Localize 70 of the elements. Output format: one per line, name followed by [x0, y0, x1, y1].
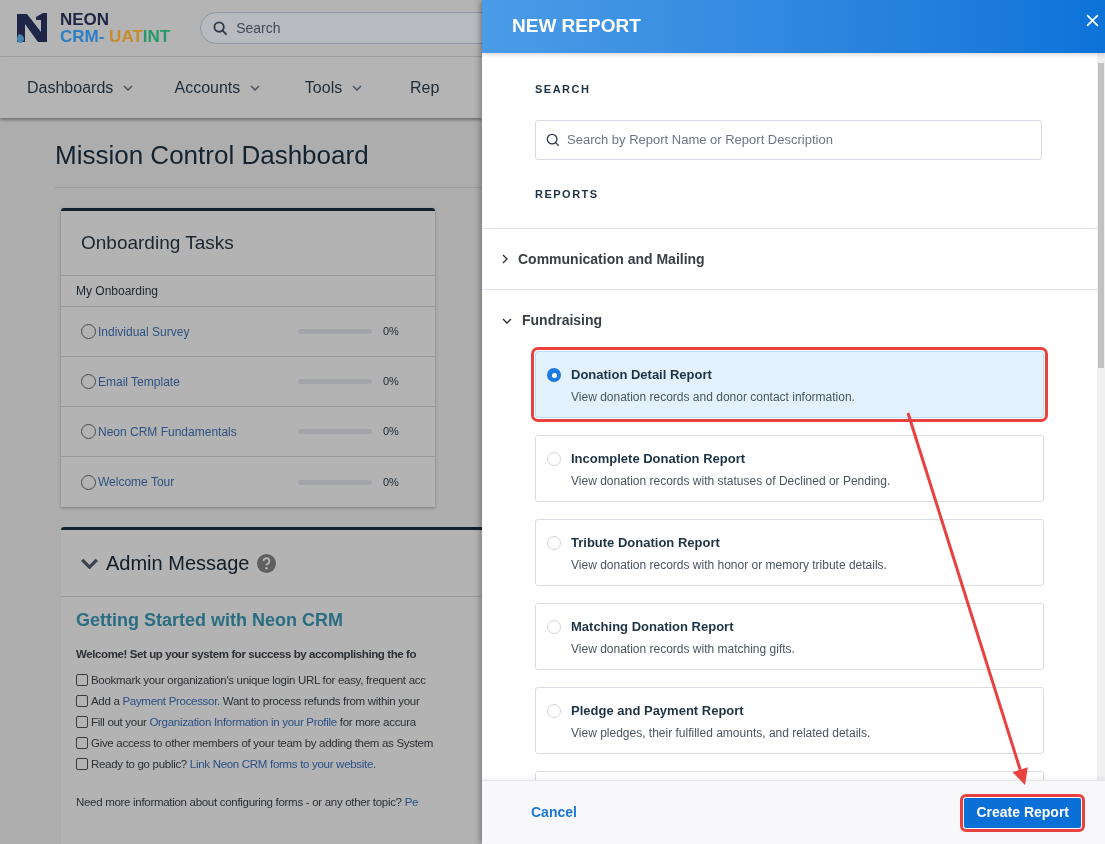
- task-link[interactable]: Individual Survey: [98, 322, 298, 341]
- radio-button[interactable]: [547, 452, 561, 466]
- brand-subtitle: CRM- UATINT: [60, 28, 171, 45]
- search-field[interactable]: Search: [200, 12, 482, 44]
- radio-button[interactable]: [547, 536, 561, 550]
- report-description: View donation records and donor contact information.: [571, 388, 855, 406]
- report-option[interactable]: Pledge and Payment Report View pledges, their fulfilled amounts, and related details.: [535, 687, 1044, 754]
- card-title: Onboarding Tasks: [61, 211, 435, 276]
- progress-reading: 0%: [383, 474, 399, 490]
- section-label: SEARCH: [534, 82, 592, 97]
- progress-reading: 0%: [383, 424, 399, 440]
- link[interactable]: Link Neon CRM forms to your website.: [189, 757, 376, 770]
- link[interactable]: Pe: [404, 796, 419, 809]
- report-name: Tribute Donation Report: [571, 534, 721, 552]
- help-text: Need more information about configuring forms - or any other topic? Pe: [76, 795, 420, 811]
- report-option[interactable]: Tribute Donation Report View donation records with honor or memory tribute details.: [535, 519, 1044, 586]
- report-name: Incomplete Donation Report: [571, 450, 747, 468]
- report-name: Matching Donation Report: [571, 618, 735, 636]
- checkbox[interactable]: [76, 695, 88, 708]
- brand-name: NEON: [60, 11, 111, 28]
- cancel-button[interactable]: Cancel: [531, 802, 577, 823]
- report-name: Donation Detail Report: [571, 366, 713, 384]
- message-intro: Welcome! Set up your system for success by accomplishing the fo: [76, 647, 418, 662]
- section-label: REPORTS: [482, 159, 1097, 229]
- checkbox[interactable]: [76, 716, 88, 729]
- progress-reading: 0%: [383, 324, 399, 340]
- nav-menu[interactable]: Tools: [304, 75, 411, 100]
- category-row[interactable]: Communication and Mailing: [482, 229, 1097, 290]
- close-icon[interactable]: [1086, 14, 1099, 27]
- checklist-text: Bookmark your organization's unique login URL for easy, frequent acc: [91, 672, 426, 688]
- category-row[interactable]: Fundraising: [482, 290, 1097, 351]
- radio-button[interactable]: [547, 368, 561, 382]
- nav-menu[interactable]: Rep: [410, 75, 482, 100]
- report-description: View donation records with statuses of Declined or Pending.: [571, 472, 891, 490]
- checklist-text: Give access to other members of your team by adding them as System: [91, 735, 433, 751]
- card-title: Admin Message: [106, 551, 250, 576]
- report-search-field[interactable]: Search by Report Name or Report Description: [535, 119, 1042, 160]
- chevron-down-icon: [352, 84, 363, 91]
- report-description: View donation records with matching gifts.: [571, 640, 795, 658]
- checkbox[interactable]: [76, 674, 88, 687]
- report-option[interactable]: Matching Donation Report View donation records with matching gifts.: [535, 603, 1044, 670]
- checklist-text: Fill out your Organization Information in your Profile for more accura: [91, 714, 416, 730]
- scrollbar[interactable]: [1097, 53, 1105, 780]
- chevron-down-icon: [250, 84, 261, 91]
- message-heading: Getting Started with Neon CRM: [76, 609, 344, 632]
- chevron-down-icon: [123, 84, 134, 91]
- search-icon: [213, 20, 229, 36]
- link[interactable]: Organization Information in your Profile: [149, 715, 337, 728]
- nav-menu[interactable]: Accounts: [174, 75, 305, 100]
- nav-menu[interactable]: Dashboards: [27, 75, 175, 100]
- section-label: My Onboarding: [61, 276, 435, 307]
- progress-reading: 0%: [383, 374, 399, 390]
- help-icon: [257, 553, 277, 573]
- link[interactable]: Payment Processor.: [122, 694, 220, 707]
- radio-button[interactable]: [547, 620, 561, 634]
- report-option[interactable]: Incomplete Donation Report View donation records with statuses of Declined or Pending.: [535, 435, 1044, 502]
- panel-title: NEW REPORT: [512, 14, 641, 39]
- report-description: View donation records with honor or memory tribute details.: [571, 556, 887, 574]
- radio-button[interactable]: [547, 704, 561, 718]
- task-link[interactable]: Email Template: [98, 372, 298, 391]
- search-icon: [546, 132, 560, 147]
- report-name: Pledge and Payment Report: [571, 702, 745, 720]
- task-link[interactable]: Welcome Tour: [98, 473, 298, 491]
- chevron-down-icon[interactable]: [81, 557, 98, 569]
- checkbox[interactable]: [76, 758, 88, 771]
- report-description: View pledges, their fulfilled amounts, and related details.: [571, 724, 871, 742]
- checkbox[interactable]: [76, 737, 88, 750]
- checklist-text: Add a Payment Processor. Want to process refunds from within your: [91, 693, 420, 709]
- checklist-text: Ready to go public? Link Neon CRM forms to your website.: [91, 756, 376, 772]
- task-link[interactable]: Neon CRM Fundamentals: [98, 422, 298, 441]
